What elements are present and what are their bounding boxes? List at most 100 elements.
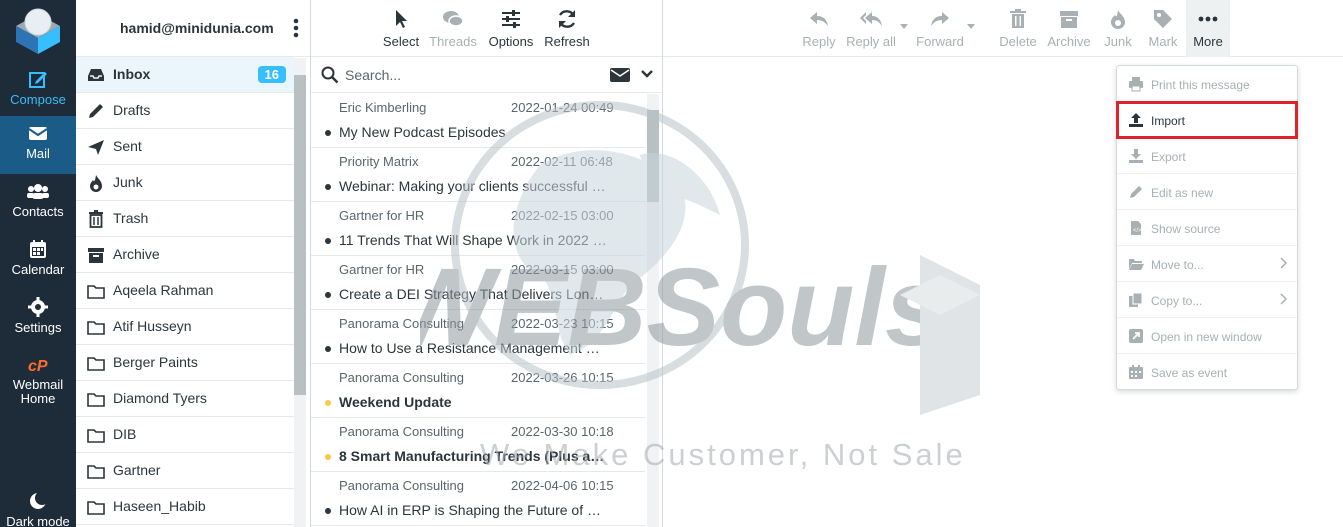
folder-item[interactable]: Haseen_Habib [76, 489, 294, 525]
folder-inbox[interactable]: Inbox 16 [76, 57, 294, 93]
folder-drafts[interactable]: Drafts [76, 93, 294, 129]
calendar-icon [30, 240, 46, 258]
folder-sent[interactable]: Sent [76, 129, 294, 165]
search-input[interactable] [345, 65, 595, 85]
nav-item-settings[interactable]: Settings [0, 290, 76, 348]
menu-item-show-source[interactable]: </> Show source [1117, 210, 1297, 246]
message-row[interactable]: Gartner for HR 2022-02-15 03:00 11 Trend… [311, 202, 645, 256]
menu-item-edit-as-new[interactable]: Edit as new [1117, 174, 1297, 210]
message-date: 2022-03-15 03:00 [511, 262, 614, 277]
message-row[interactable]: Eric Kimberling 2022-01-24 00:49 My New … [311, 94, 645, 148]
folder-trash[interactable]: Trash [76, 201, 294, 237]
message-date: 2022-02-11 06:48 [511, 154, 613, 169]
send-icon [88, 140, 104, 155]
nav-item-mail[interactable]: Mail [0, 116, 76, 174]
menu-item-open-new-window[interactable]: Open in new window [1117, 318, 1297, 354]
select-button[interactable]: Select [381, 6, 421, 52]
message-date: 2022-04-06 10:15 [511, 478, 614, 493]
trash-icon [1010, 9, 1026, 28]
delete-label: Delete [999, 34, 1037, 49]
forward-dropdown-caret[interactable] [967, 24, 975, 29]
upload-icon [1129, 113, 1143, 127]
folder-icon [87, 285, 105, 299]
nav-item-contacts[interactable]: Contacts [0, 174, 76, 232]
reply-all-button[interactable]: Reply all [846, 6, 896, 49]
folder-item[interactable]: Gartner [76, 453, 294, 489]
folder-name: Gartner [113, 462, 161, 478]
envelope-icon[interactable] [610, 68, 630, 82]
reply-all-icon [860, 12, 882, 26]
menu-item-save-as-event[interactable]: Save as event [1117, 354, 1297, 390]
folder-name: Sent [113, 138, 142, 154]
menu-item-label: Print this message [1151, 78, 1250, 92]
threads-icon [443, 11, 464, 27]
message-subject: Weekend Update [339, 394, 452, 410]
folder-item[interactable]: Aqeela Rahman [76, 273, 294, 309]
mark-button[interactable]: Mark [1147, 6, 1179, 49]
download-icon [1129, 149, 1143, 163]
threads-button[interactable]: Threads [428, 6, 478, 52]
folder-archive[interactable]: Archive [76, 237, 294, 273]
folder-icon [87, 321, 105, 335]
select-label: Select [382, 34, 420, 49]
menu-item-copy-to[interactable]: Copy to... [1117, 282, 1297, 318]
svg-text:</>: </> [1133, 228, 1142, 234]
forward-button[interactable]: Forward [915, 6, 965, 49]
message-row[interactable]: Panorama Consulting 2022-03-26 10:15 Wee… [311, 364, 645, 418]
menu-item-export[interactable]: Export [1117, 138, 1297, 174]
message-subject: My New Podcast Episodes [339, 124, 506, 140]
svg-text:cP: cP [28, 358, 48, 375]
message-row[interactable]: Panorama Consulting 2022-04-06 10:15 How… [311, 472, 645, 526]
compose-icon [29, 72, 47, 88]
message-row[interactable]: Panorama Consulting 2022-03-30 10:18 8 S… [311, 418, 645, 472]
refresh-button[interactable]: Refresh [543, 6, 591, 52]
message-row[interactable]: Panorama Consulting 2022-03-23 10:15 How… [311, 310, 645, 364]
nav-item-calendar[interactable]: Calendar [0, 232, 76, 290]
kebab-menu-icon[interactable] [293, 18, 299, 38]
message-row[interactable]: Priority Matrix 2022-02-11 06:48 Webinar… [311, 148, 645, 202]
reply-all-label: Reply all [846, 34, 896, 49]
menu-item-print[interactable]: Print this message [1117, 66, 1297, 102]
compose-button[interactable]: Compose [0, 62, 76, 120]
message-date: 2022-03-23 10:15 [511, 316, 614, 331]
sliders-icon [502, 10, 520, 28]
folder-item[interactable]: Diamond Tyers [76, 381, 294, 417]
menu-item-label: Copy to... [1151, 294, 1203, 308]
folder-item[interactable]: DIB [76, 417, 294, 453]
reply-all-dropdown-caret[interactable] [900, 24, 908, 29]
message-subject: How AI in ERP is Shaping the Future of B… [339, 502, 609, 518]
message-date: 2022-02-15 03:00 [511, 208, 614, 223]
message-subject: 11 Trends That Will Shape Work in 2022 a… [339, 232, 609, 248]
menu-item-move-to[interactable]: Move to... [1117, 246, 1297, 282]
message-sender: Panorama Consulting [339, 316, 465, 331]
folder-scrollbar-thumb[interactable] [294, 75, 306, 395]
folder-item[interactable]: Atif Husseyn [76, 309, 294, 345]
folder-icon [87, 501, 105, 515]
cursor-icon [396, 10, 407, 28]
reply-button[interactable]: Reply [801, 6, 837, 49]
dark-mode-toggle[interactable]: Dark mode [0, 484, 76, 527]
folder-name: Berger Paints [113, 354, 198, 370]
junk-button[interactable]: Junk [1102, 6, 1134, 49]
folder-item[interactable]: Berger Paints [76, 345, 294, 381]
folder-icon [87, 393, 105, 407]
message-scrollbar-thumb[interactable] [647, 110, 659, 202]
search-bar [311, 58, 663, 93]
chevron-down-icon[interactable] [641, 69, 653, 79]
pencil-icon [89, 104, 103, 118]
menu-item-label: Save as event [1151, 366, 1228, 380]
main-navigation: Compose Mail Contacts Calendar Settings … [0, 0, 76, 527]
archive-button[interactable]: Archive [1046, 6, 1092, 49]
folder-junk[interactable]: Junk [76, 165, 294, 201]
junk-label: Junk [1104, 34, 1132, 49]
more-button[interactable]: More [1186, 0, 1230, 57]
folder-name: DIB [113, 426, 137, 442]
nav-item-webmail-home[interactable]: cP Webmail Home [0, 348, 76, 412]
menu-item-label: Open in new window [1151, 330, 1262, 344]
delete-button[interactable]: Delete [997, 6, 1039, 49]
message-row[interactable]: Gartner for HR 2022-03-15 03:00 Create a… [311, 256, 645, 310]
nav-label: Compose [10, 92, 66, 107]
menu-item-import[interactable]: Import [1116, 101, 1298, 139]
options-button[interactable]: Options [486, 6, 536, 52]
reply-icon [810, 12, 828, 26]
